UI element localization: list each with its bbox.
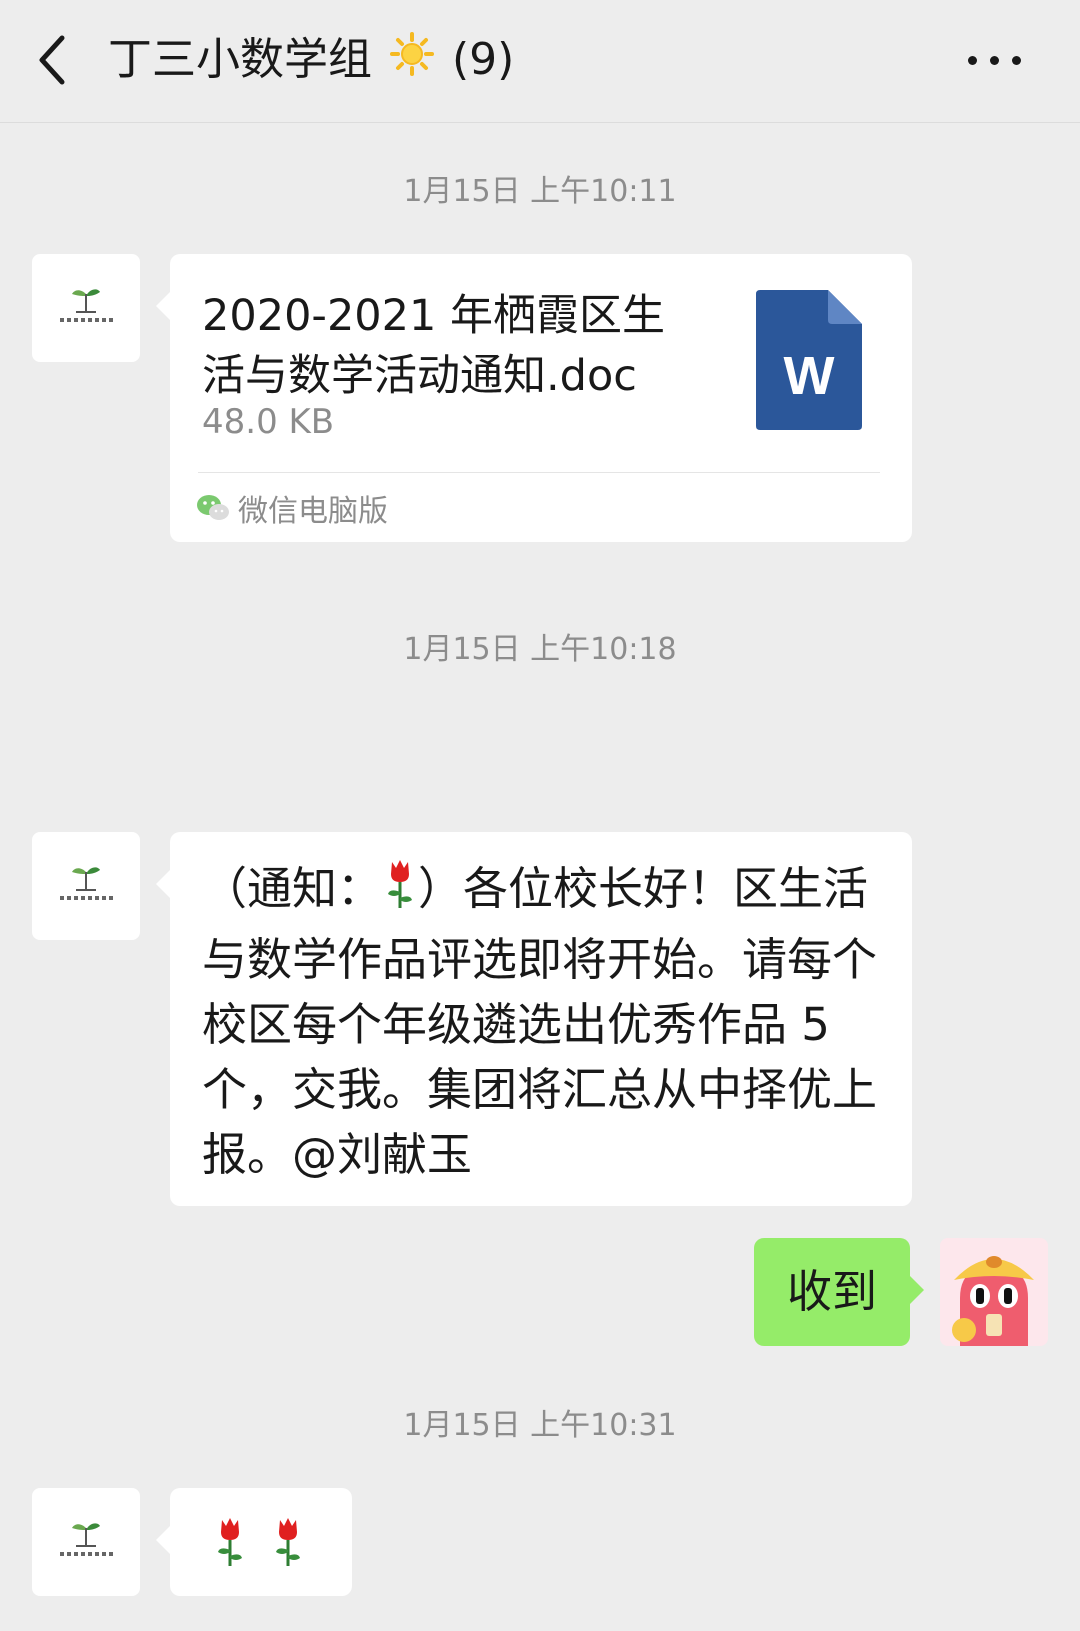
notice-text: （通知： ）各位校长好！区生活与数学作品评选即将开始。请每个校区每个年级遴选出优秀… [202, 856, 888, 1187]
more-options-button[interactable] [968, 44, 1028, 74]
file-card-divider [198, 472, 880, 473]
word-doc-icon: W [756, 290, 862, 430]
word-letter: W [784, 346, 835, 406]
file-name: 2020-2021 年栖霞区生活与数学活动通知.doc [202, 291, 666, 401]
timestamp: 1月15日 上午10:18 [403, 632, 677, 667]
sender-avatar[interactable] [32, 254, 140, 362]
roses-message[interactable] [156, 1488, 352, 1596]
rose-icon [212, 1516, 248, 1572]
rose-icon [270, 1516, 306, 1572]
file-message-card[interactable]: 2020-2021 年栖霞区生活与数学活动通知.doc 48.0 KB W 微信… [156, 254, 912, 542]
member-count: (9) [452, 34, 515, 85]
more-dot-icon [1012, 56, 1021, 65]
more-dot-icon [990, 56, 999, 65]
chevron-left-icon [39, 35, 65, 85]
sender-avatar[interactable] [32, 832, 140, 940]
reply-text: 收到 [786, 1265, 877, 1318]
more-dot-icon [968, 56, 977, 65]
file-source-label: 微信电脑版 [238, 494, 388, 529]
wechat-icon [197, 495, 229, 520]
timestamp: 1月15日 上午10:11 [403, 174, 677, 209]
sprout-logo-icon [60, 867, 113, 900]
sender-avatar[interactable] [32, 1488, 140, 1596]
notice-message[interactable]: （通知： ）各位校长好！区生活与数学作品评选即将开始。请每个校区每个年级遴选出优秀… [156, 832, 912, 1206]
sprout-logo-icon [60, 1523, 113, 1556]
group-name: 丁三小数学组 [108, 34, 372, 85]
chat-header: 丁三小数学组 (9) [0, 0, 1080, 123]
roses-row [212, 1516, 306, 1572]
sun-icon [390, 30, 434, 94]
chat-title: 丁三小数学组 (9) [108, 28, 514, 94]
file-source: 微信电脑版 [196, 482, 388, 534]
sprout-logo-icon [60, 289, 113, 322]
self-avatar[interactable] [940, 1238, 1048, 1346]
reply-message[interactable]: 收到 [754, 1238, 924, 1346]
rose-icon [382, 858, 418, 927]
timestamp: 1月15日 上午10:31 [403, 1408, 677, 1443]
file-size: 48.0 KB [202, 402, 335, 442]
cartoon-avatar-icon [940, 1238, 1048, 1346]
notice-prefix: （通知： [202, 862, 383, 915]
back-button[interactable] [28, 30, 78, 90]
